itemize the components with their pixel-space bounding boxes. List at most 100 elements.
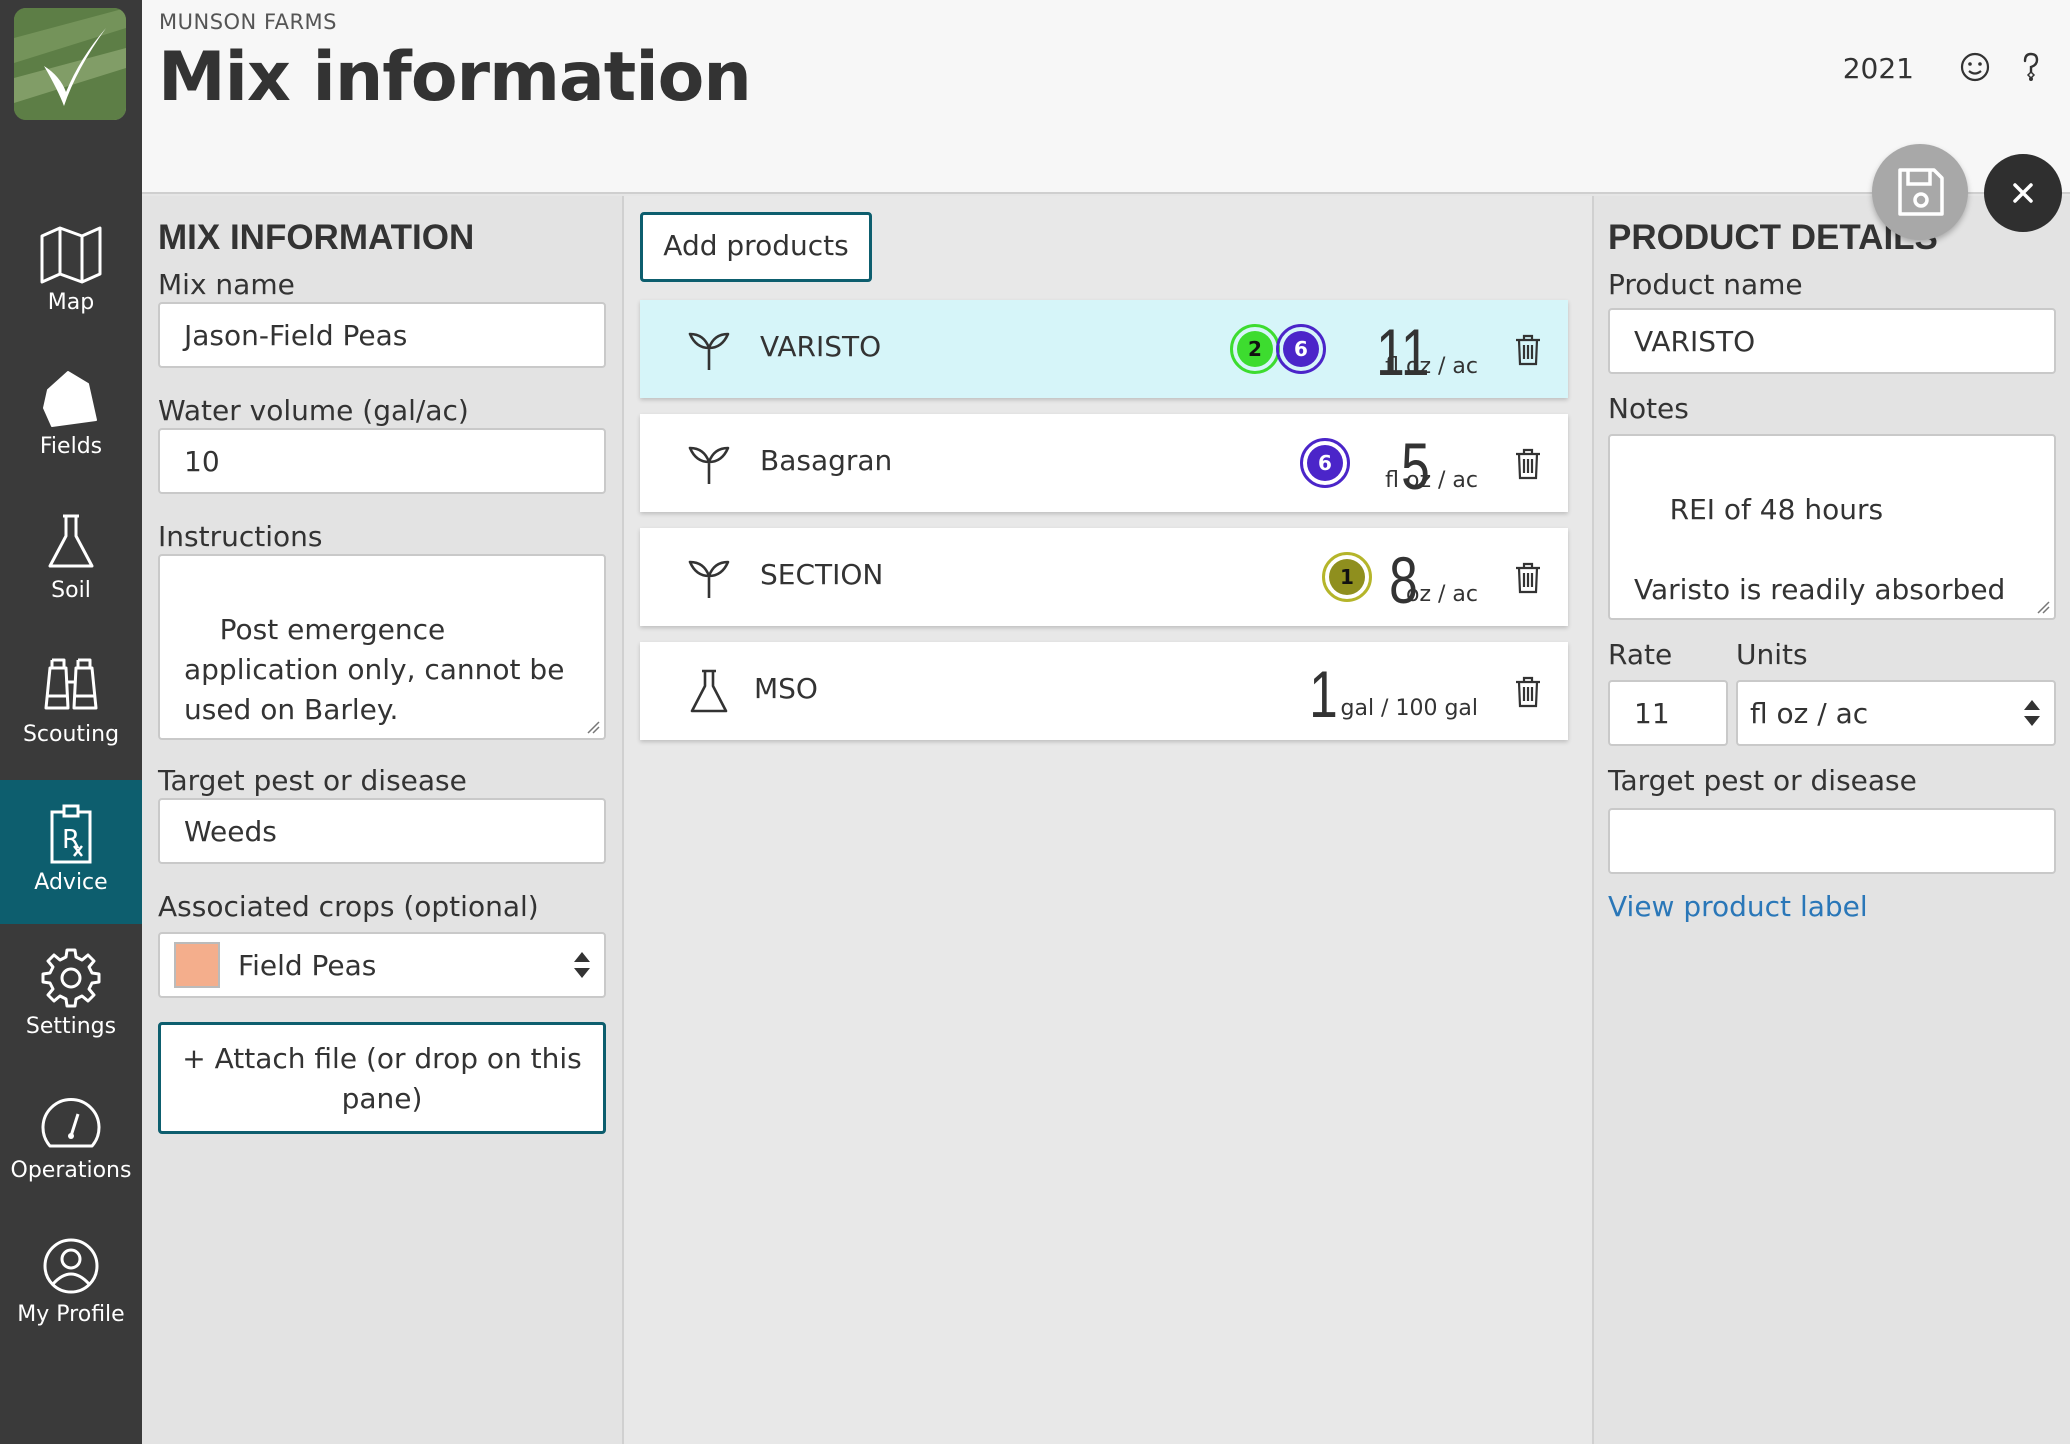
product-row-mso[interactable]: MSO 1 gal / 100 gal [640,642,1568,740]
units-select-value: fl oz / ac [1750,696,1869,730]
page-header: MUNSON FARMS Mix information 2021 [142,0,2070,194]
product-name: MSO [754,672,818,705]
sidebar-item-settings[interactable]: Settings [0,924,142,1068]
sidebar-item-label: Settings [25,1014,117,1039]
fields-icon [43,371,97,427]
product-row-section[interactable]: SECTION 1 8 oz / ac [640,528,1568,626]
sidebar: Map Fields Soil Scouting R Advice Settin… [0,0,142,1444]
product-name-label: Product name [1608,268,1803,301]
notes-textarea[interactable]: REI of 48 hours Varisto is readily absor… [1608,434,2056,620]
app-logo[interactable] [14,8,126,120]
sidebar-item-label: My Profile [17,1302,125,1327]
crop-select-value: Field Peas [238,948,377,982]
sidebar-item-label: Soil [51,578,91,603]
mix-information-panel: MIX INFORMATION Mix name Jason-Field Pea… [142,196,624,1444]
attach-file-button[interactable]: + Attach file (or drop on this pane) [158,1022,606,1134]
select-arrows-icon [574,952,590,978]
sidebar-item-map[interactable]: Map [0,200,142,344]
units-label: Units [1736,638,1808,671]
products-panel: Add products VARISTO 2 6 11 fl oz / ac B… [624,196,1592,1444]
instructions-text: Post emergence application only, cannot … [184,613,574,726]
product-unit: fl oz / ac [1385,354,1478,379]
trash-icon[interactable] [1514,676,1542,708]
target-pest-label: Target pest or disease [1608,764,1917,797]
product-rate: 1 [1309,657,1338,731]
sidebar-item-label: Operations [10,1158,132,1183]
flask-icon [690,669,728,713]
units-select[interactable]: fl oz / ac [1736,680,2056,746]
product-name: SECTION [760,558,884,591]
sidebar-item-label: Fields [39,434,103,459]
product-row-basagran[interactable]: Basagran 6 5 fl oz / ac [640,414,1568,512]
save-icon [1898,168,1944,216]
resize-grip-icon[interactable] [2036,600,2050,614]
product-name: VARISTO [760,330,882,363]
target-pest-label: Target pest or disease [158,764,467,797]
trash-icon[interactable] [1514,334,1542,366]
rate-label: Rate [1608,638,1673,671]
add-products-button[interactable]: Add products [640,212,872,282]
product-unit: fl oz / ac [1385,468,1478,493]
mix-name-label: Mix name [158,268,295,301]
product-unit: oz / ac [1406,582,1478,607]
sidebar-item-advice[interactable]: R Advice [0,780,142,924]
mix-name-input[interactable]: Jason-Field Peas [158,302,606,368]
select-arrows-icon [2024,700,2040,726]
sidebar-item-fields[interactable]: Fields [0,344,142,488]
moa-group-number: 2 [1237,331,1273,367]
map-icon [40,226,102,284]
crop-color-swatch [174,942,220,988]
product-name: Basagran [760,444,893,477]
sidebar-item-label: Scouting [22,722,120,747]
trash-icon[interactable] [1514,448,1542,480]
moa-group-number: 6 [1283,331,1319,367]
moa-group-number: 6 [1307,445,1343,481]
section-title: MIX INFORMATION [158,218,475,257]
target-pest-input[interactable] [1608,808,2056,874]
gear-icon [41,948,101,1008]
seedling-icon [688,560,730,598]
water-volume-label: Water volume (gal/ac) [158,394,469,427]
sidebar-item-label: Advice [34,870,108,895]
notes-label: Notes [1608,392,1689,425]
moa-group-badge: 1 [1322,552,1372,602]
sidebar-item-soil[interactable]: Soil [0,488,142,632]
instructions-label: Instructions [158,520,323,553]
rate-input[interactable]: 11 [1608,680,1728,746]
help-icon[interactable] [2014,50,2048,84]
product-row-varisto[interactable]: VARISTO 2 6 11 fl oz / ac [640,300,1568,398]
prescription-icon: R [50,804,92,864]
binoculars-icon [44,658,98,710]
year-selector[interactable]: 2021 [1843,52,1914,85]
notes-text: REI of 48 hours Varisto is readily absor… [1634,493,2006,618]
save-button[interactable] [1872,144,1968,240]
instructions-textarea[interactable]: Post emergence application only, cannot … [158,554,606,740]
water-volume-input[interactable]: 10 [158,428,606,494]
organization-name: MUNSON FARMS [159,10,337,34]
seedling-icon [688,332,730,370]
close-button[interactable] [1984,154,2062,232]
gauge-icon [41,1097,101,1148]
profile-icon [43,1238,99,1294]
product-unit: gal / 100 gal [1340,696,1479,721]
close-icon [2013,183,2033,203]
associated-crops-select[interactable]: Field Peas [158,932,606,998]
trash-icon[interactable] [1514,562,1542,594]
feedback-smiley-icon[interactable] [1958,50,1992,84]
sidebar-item-my-profile[interactable]: My Profile [0,1212,142,1356]
moa-group-badge: 2 [1230,324,1280,374]
page-title: Mix information [158,38,752,117]
moa-group-number: 1 [1329,559,1365,595]
associated-crops-label: Associated crops (optional) [158,890,539,923]
moa-group-badge: 6 [1276,324,1326,374]
sidebar-item-operations[interactable]: Operations [0,1068,142,1212]
flask-icon [48,514,94,568]
sidebar-item-scouting[interactable]: Scouting [0,632,142,776]
product-name-input[interactable]: VARISTO [1608,308,2056,374]
seedling-icon [688,446,730,484]
resize-grip-icon[interactable] [586,720,600,734]
target-pest-input[interactable]: Weeds [158,798,606,864]
product-details-panel: PRODUCT DETAILS Product name VARISTO Not… [1592,196,2070,1444]
moa-group-badge: 6 [1300,438,1350,488]
view-product-label-link[interactable]: View product label [1608,890,1868,923]
